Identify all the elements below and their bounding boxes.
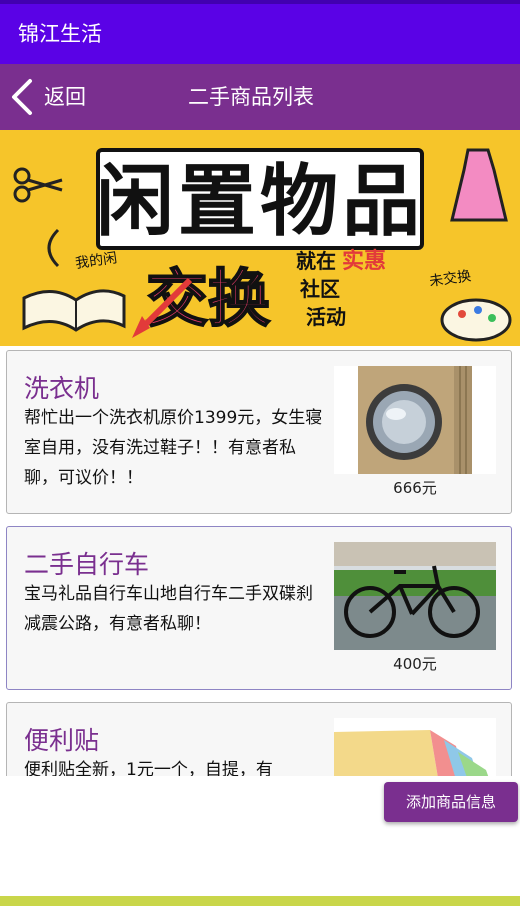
back-button[interactable]: 返回 — [0, 64, 110, 130]
item-description: 宝马礼品自行车山地自行车二手双碟刹减震公路，有意者私聊！ — [24, 584, 313, 634]
banner-headline: 闲置物品 — [96, 157, 424, 247]
bicycle-image — [334, 542, 496, 650]
add-item-button[interactable]: 添加商品信息 — [384, 782, 518, 822]
bottom-decoration — [0, 896, 520, 906]
navigation-bar: 返回 二手商品列表 — [0, 64, 520, 130]
item-price: 400元 — [393, 655, 437, 673]
banner-exchange: 交换 — [146, 262, 270, 335]
item-title: 洗衣机 — [24, 374, 100, 403]
item-description: 帮忙出一个洗衣机原价1399元，女生寝室自用，没有洗过鞋子！！有意者私聊，可议价… — [24, 408, 323, 488]
palette-icon — [440, 298, 512, 342]
chevron-left-icon — [12, 79, 32, 115]
banner-slogan-prefix: 就在 — [296, 249, 336, 273]
item-price: 666元 — [393, 479, 437, 497]
item-title: 便利贴 — [24, 726, 100, 755]
item-title: 二手自行车 — [24, 550, 150, 579]
banner-slogan-line3: 活动 — [306, 305, 346, 329]
app-title: 锦江生活 — [18, 22, 102, 46]
banner-illustration: 闲置物品 交换 就在 实惠 社区 活动 我的闲 未交换 — [0, 130, 520, 346]
banner-slogan-line2: 社区 — [299, 277, 340, 301]
list-item[interactable]: 二手自行车 宝马礼品自行车山地自行车二手双碟刹减震公路，有意者私聊！ 400元 — [6, 526, 512, 690]
washing-machine-image — [334, 366, 496, 474]
promo-banner: 闲置物品 交换 就在 实惠 社区 活动 我的闲 未交换 — [0, 130, 520, 346]
back-label: 返回 — [44, 85, 86, 109]
app-bar: 锦江生活 — [0, 0, 520, 64]
page-title: 二手商品列表 — [188, 85, 314, 109]
banner-slogan-highlight: 实惠 — [342, 248, 386, 274]
list-item[interactable]: 洗衣机 帮忙出一个洗衣机原价1399元，女生寝室自用，没有洗过鞋子！！有意者私聊… — [6, 350, 512, 514]
